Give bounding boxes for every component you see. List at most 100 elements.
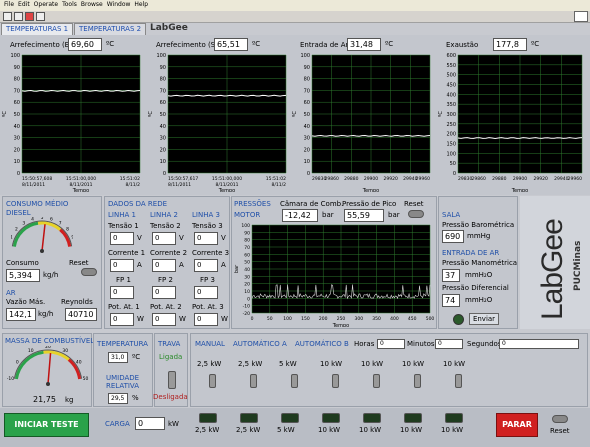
load-led-label-5: 10 kW xyxy=(400,426,423,434)
graph-value-3: 177,8 xyxy=(493,38,527,51)
y-tick-label: 0 xyxy=(17,171,20,177)
menu-item-4[interactable]: Browse xyxy=(81,0,103,10)
y-tick-label: 600 xyxy=(446,53,456,59)
umidade-unit: % xyxy=(132,394,139,402)
minutos-input[interactable]: 0 xyxy=(435,339,463,349)
horas-label: Horas xyxy=(354,340,375,348)
x-tick-label: 250 xyxy=(337,316,346,322)
x-tick-label: 29880 xyxy=(344,176,358,182)
abort-icon[interactable] xyxy=(25,12,34,21)
menu-item-5[interactable]: Window xyxy=(107,0,131,10)
tab-automatico-b[interactable]: AUTOMÁTICO B xyxy=(295,340,349,348)
y-tick-label: 90 xyxy=(160,65,166,71)
y-tick-label: 300 xyxy=(446,112,456,118)
menu-item-3[interactable]: Tools xyxy=(62,0,77,10)
y-tick-label: 100 xyxy=(241,223,250,229)
umidade-value: 29,5 xyxy=(108,393,128,404)
run-arrow-icon[interactable] xyxy=(3,12,12,21)
y-tick-label: 200 xyxy=(446,132,456,138)
graph-plot-3: 6005505004504003503002502001501005002983… xyxy=(438,53,583,194)
y-tick-label: 80 xyxy=(160,77,166,83)
bottom-reset-toggle[interactable] xyxy=(552,415,568,423)
run-continuous-icon[interactable] xyxy=(14,12,23,21)
consumo-label: Consumo xyxy=(6,259,39,267)
load-toggle-switch-1[interactable] xyxy=(250,374,257,388)
mano-unit: mmH₂O xyxy=(465,271,493,279)
y-axis-label: ºC xyxy=(438,111,444,117)
y-tick-label: 10 xyxy=(244,289,250,295)
load-led-2 xyxy=(281,413,299,423)
load-toggle-switch-2[interactable] xyxy=(291,374,298,388)
x-tick-label: 29900 xyxy=(364,176,378,182)
x-tick-label: 29830 xyxy=(458,176,472,182)
baro-label: Pressão Barométrica xyxy=(442,221,515,229)
horas-input[interactable]: 0 xyxy=(377,339,405,349)
consumo-value: 5,394 xyxy=(6,269,40,282)
x-tick-label: 300 xyxy=(355,316,364,322)
y-tick-label: 10 xyxy=(14,159,20,165)
trava-section: TRAVA Ligada Desligada xyxy=(153,333,188,407)
load-led-label-0: 2,5 kW xyxy=(195,426,220,434)
segundos-input[interactable]: 0 xyxy=(499,339,579,349)
load-label-4: 10 kW xyxy=(361,360,384,368)
y-tick-label: 80 xyxy=(14,77,20,83)
pico-reset-toggle[interactable] xyxy=(408,210,424,218)
y-tick-label: 50 xyxy=(304,112,310,118)
menu-item-0[interactable]: File xyxy=(4,0,14,10)
pucminas-logo-text: PUCMinas xyxy=(573,240,583,291)
segundos-label: Segundos xyxy=(467,340,502,348)
graph-container-1: 100 90 80 70 60 50 40 30 20 10 0 15:50:57,617 8/11/2… xyxy=(148,52,292,194)
iniciar-teste-button[interactable]: INICIAR TESTE xyxy=(4,413,89,437)
tab-automatico-a[interactable]: AUTOMÁTICO A xyxy=(233,340,287,348)
x-tick-label: 29960 xyxy=(568,176,582,182)
load-toggle-switch-3[interactable] xyxy=(332,374,339,388)
graph-value-2: 31,48 xyxy=(347,38,381,51)
dif-unit: mmH₂O xyxy=(465,296,493,304)
y-tick-label: 0 xyxy=(453,171,456,177)
load-toggle-switch-5[interactable] xyxy=(414,374,421,388)
load-toggle-switch-0[interactable] xyxy=(209,374,216,388)
load-toggle-switch-4[interactable] xyxy=(373,374,380,388)
x-tick-label: 29920 xyxy=(384,176,398,182)
consumo-reset-toggle[interactable] xyxy=(81,268,97,276)
x-axis-label: Tempo xyxy=(332,323,349,327)
sala-title: SALA xyxy=(442,211,461,219)
y-tick-label: 40 xyxy=(14,124,20,130)
pause-icon[interactable] xyxy=(36,12,45,21)
graph-container-0: 100 90 80 70 60 50 40 30 20 10 0 15:50:57,608 8/11/2… xyxy=(2,52,146,194)
menu-item-2[interactable]: Operate xyxy=(34,0,58,10)
tab-manual[interactable]: MANUAL xyxy=(195,340,225,348)
enviar-button[interactable]: Enviar xyxy=(469,313,499,325)
tensao-unit-1: V xyxy=(137,234,142,242)
line-title-3: LINHA 3 xyxy=(192,211,220,219)
x-tick-label: 29940 xyxy=(554,176,568,182)
load-led-1 xyxy=(240,413,258,423)
y-tick-label: 400 xyxy=(446,92,456,98)
load-toggle-switch-6[interactable] xyxy=(455,374,462,388)
graph-title-2: Entrada de Ar xyxy=(300,41,349,49)
menu-item-6[interactable]: Help xyxy=(134,0,148,10)
x-tick-label: 8/11/2 xyxy=(126,182,141,188)
y-tick-label: 550 xyxy=(446,63,456,69)
sala-section: SALA Pressão Barométrica 690 mmHg ENTRAD… xyxy=(438,196,518,329)
corrente-unit-1: A xyxy=(137,261,142,269)
tensao-unit-3: V xyxy=(221,234,226,242)
load-led-5 xyxy=(404,413,422,423)
y-tick-label: 500 xyxy=(446,73,456,79)
consumo-section: CONSUMO MÉDIO DIESEL 012345678910 Consum… xyxy=(2,196,102,329)
trava-toggle-switch[interactable] xyxy=(168,371,176,389)
graph-value-1: 65,51 xyxy=(214,38,248,51)
consumo-reset-label: Reset xyxy=(69,259,89,267)
y-tick-label: -10 xyxy=(243,304,250,310)
enviar-led xyxy=(453,314,464,325)
vazao-unit: kg/h xyxy=(38,310,54,318)
menu-item-1[interactable]: Edit xyxy=(18,0,30,10)
y-tick-label: 50 xyxy=(160,112,166,118)
gauge-hub xyxy=(46,382,50,386)
y-tick-label: 20 xyxy=(304,147,310,153)
mano-label: Pressão Manométrica xyxy=(442,259,518,267)
tensao-label-3: Tensão 3 xyxy=(192,222,223,230)
tab-temperaturas-2[interactable]: TEMPERATURAS 2 xyxy=(74,23,147,35)
tab-temperaturas-1[interactable]: TEMPERATURAS 1 xyxy=(1,23,74,35)
parar-button[interactable]: PARAR xyxy=(496,413,538,437)
